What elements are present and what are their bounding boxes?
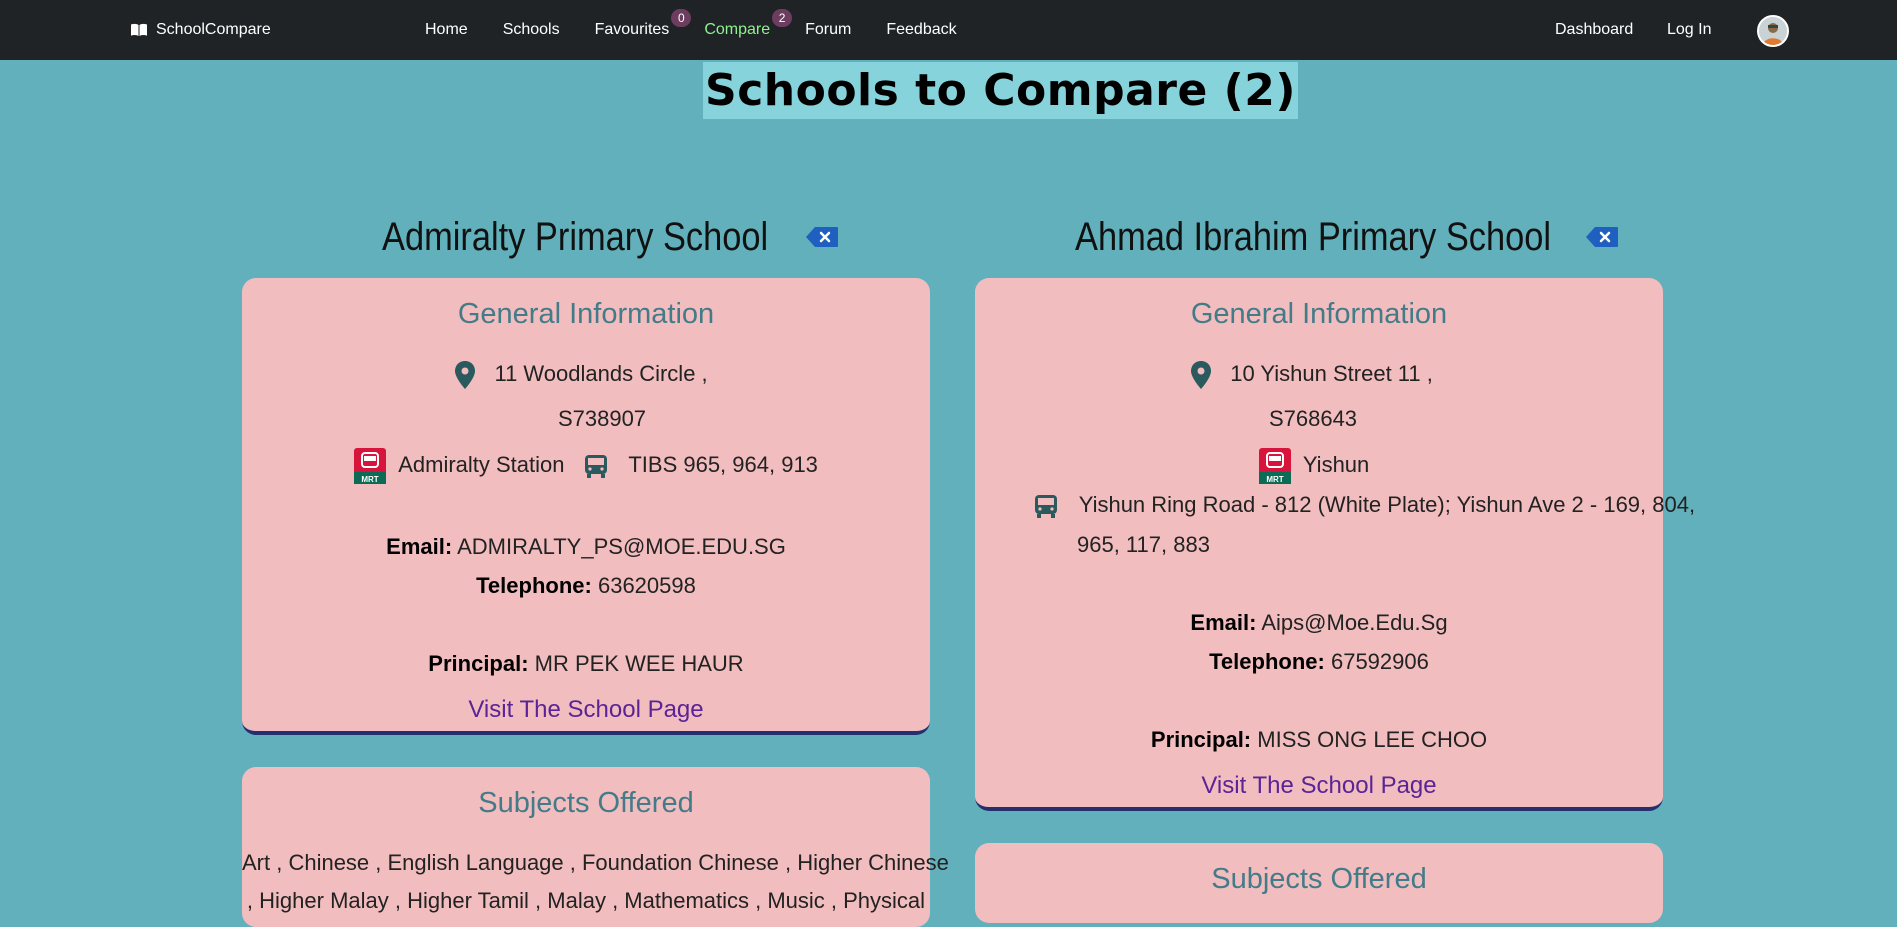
- principal-value: MR PEK WEE HAUR: [534, 651, 744, 676]
- telephone-value: 63620598: [597, 573, 696, 598]
- nav-compare[interactable]: Compare 2: [704, 9, 793, 39]
- svg-text:MRT: MRT: [361, 475, 378, 484]
- brand-link[interactable]: SchoolCompare: [130, 0, 271, 60]
- general-info-card-1: General Information 11 Woodlands Circle …: [242, 278, 930, 735]
- main-nav: Home Schools Favourites 0 Compare 2 Foru…: [425, 0, 992, 60]
- general-info-title: General Information: [1190, 298, 1448, 330]
- general-info-card-2: General Information 10 Yishun Street 11 …: [975, 278, 1695, 811]
- email-row: Email: Aips@Moe.Edu.Sg: [975, 610, 1663, 636]
- book-icon: [131, 23, 147, 36]
- email-value: ADMIRALTY_PS@MOE.EDU.SG: [457, 534, 786, 559]
- school-heading-2: Ahmad Ibrahim Primary School: [1075, 212, 1619, 262]
- subjects-card-2: Subjects Offered: [975, 843, 1663, 923]
- subjects-line-1: Art , Chinese , English Language , Found…: [242, 850, 949, 875]
- postal-code: S738907: [557, 406, 647, 431]
- bus-services-line-1: Yishun Ring Road - 812 (White Plate); Yi…: [1078, 492, 1696, 517]
- mrt-icon: MRT: [354, 448, 387, 484]
- nav-forum[interactable]: Forum: [805, 21, 851, 39]
- address-line-1: 10 Yishun Street 11 ,: [1230, 360, 1433, 386]
- email-label: Email:: [1190, 610, 1257, 635]
- mrt-icon: MRT: [1258, 448, 1291, 484]
- backspace-remove-icon[interactable]: [805, 226, 839, 248]
- page-title: Schools to Compare (2): [703, 62, 1298, 119]
- postal-code: S768643: [1268, 406, 1358, 431]
- backspace-remove-icon[interactable]: [1585, 226, 1619, 248]
- address-row: 11 Woodlands Circle ,: [232, 360, 930, 390]
- address-line-1: 11 Woodlands Circle ,: [494, 360, 708, 386]
- bus-icon: [1035, 495, 1057, 519]
- address-row: 10 Yishun Street 11 ,: [960, 360, 1663, 390]
- email-value: Aips@Moe.Edu.Sg: [1261, 610, 1448, 635]
- principal-value: MISS ONG LEE CHOO: [1257, 727, 1488, 752]
- bus-icon: [584, 455, 607, 478]
- nav-favourites[interactable]: Favourites 0: [594, 9, 692, 39]
- visit-school-link[interactable]: Visit The School Page: [468, 696, 703, 723]
- telephone-value: 67592906: [1330, 649, 1429, 674]
- mrt-station: Yishun: [1302, 451, 1370, 477]
- school-name: Ahmad Ibrahim Primary School: [1075, 214, 1552, 259]
- email-row: Email: ADMIRALTY_PS@MOE.EDU.SG: [242, 534, 930, 560]
- nav-dashboard[interactable]: Dashboard: [1555, 21, 1633, 39]
- mrt-station: Admiralty Station: [398, 451, 565, 477]
- school-heading-1: Admiralty Primary School: [382, 212, 839, 262]
- bus-services: TIBS 965, 964, 913: [628, 451, 818, 477]
- subjects-line-2: , Higher Malay , Higher Tamil , Malay , …: [246, 888, 926, 913]
- location-pin-icon: [455, 361, 476, 389]
- visit-row: Visit The School Page: [242, 696, 930, 724]
- avatar-icon: [1759, 17, 1787, 45]
- subjects-card-1: Subjects Offered Art , Chinese , English…: [242, 767, 949, 927]
- location-pin-icon: [1191, 361, 1212, 389]
- nav-home[interactable]: Home: [425, 21, 468, 39]
- user-avatar[interactable]: [1757, 15, 1789, 47]
- navbar: SchoolCompare Home Schools Favourites 0 …: [0, 0, 1897, 60]
- visit-row: Visit The School Page: [975, 772, 1663, 800]
- transport-row: MRT Admiralty Station TIBS 965, 964, 913: [242, 448, 930, 484]
- nav-feedback[interactable]: Feedback: [886, 21, 956, 39]
- telephone-label: Telephone:: [1209, 649, 1325, 674]
- nav-login-wrap: Log In: [1667, 0, 1711, 60]
- nav-dashboard-wrap: Dashboard: [1555, 0, 1633, 60]
- bus-services-line-2: 965, 117, 883: [1077, 532, 1210, 557]
- subjects-title: Subjects Offered: [478, 787, 694, 819]
- general-info-title: General Information: [457, 298, 715, 330]
- mrt-row: MRT Yishun: [965, 448, 1663, 484]
- telephone-row: Telephone: 67592906: [975, 649, 1663, 675]
- school-name: Admiralty Primary School: [382, 214, 769, 259]
- compare-count-badge: 2: [772, 9, 793, 27]
- visit-school-link[interactable]: Visit The School Page: [1201, 772, 1436, 799]
- principal-label: Principal:: [428, 651, 529, 676]
- telephone-label: Telephone:: [476, 573, 592, 598]
- brand-name: SchoolCompare: [156, 21, 271, 38]
- principal-label: Principal:: [1150, 727, 1252, 752]
- principal-row: Principal: MR PEK WEE HAUR: [242, 651, 930, 677]
- telephone-row: Telephone: 63620598: [242, 573, 930, 599]
- nav-compare-label: Compare: [704, 21, 771, 38]
- nav-login[interactable]: Log In: [1667, 21, 1711, 39]
- subjects-title: Subjects Offered: [1211, 863, 1427, 895]
- nav-favourites-label: Favourites: [594, 21, 670, 38]
- favourites-count-badge: 0: [671, 9, 692, 27]
- principal-row: Principal: MISS ONG LEE CHOO: [975, 727, 1663, 753]
- bus-row: Yishun Ring Road - 812 (White Plate); Yi…: [1033, 492, 1695, 519]
- nav-schools[interactable]: Schools: [503, 21, 560, 39]
- email-label: Email:: [386, 534, 453, 559]
- svg-text:MRT: MRT: [1266, 475, 1283, 484]
